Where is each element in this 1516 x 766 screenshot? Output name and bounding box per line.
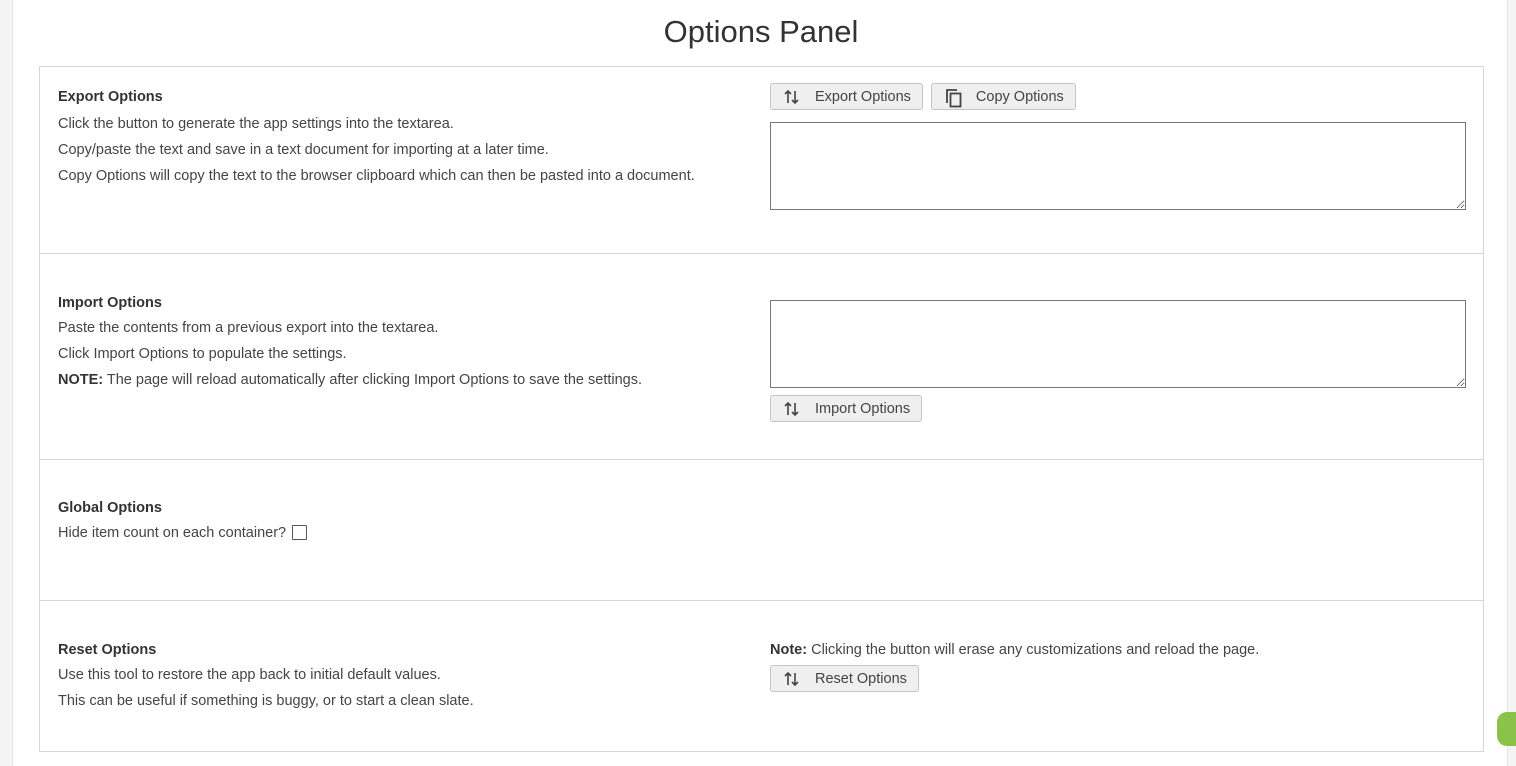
copy-options-button-label: Copy Options [975,88,1064,105]
reset-description-line: This can be useful if something is buggy… [58,693,474,709]
swap-vertical-icon [783,88,805,106]
reset-options-button[interactable]: Reset Options [770,665,919,692]
hide-item-count-label: Hide item count on each container? [58,525,287,541]
reset-note-line: Note: Clicking the button will erase any… [770,639,1466,661]
floating-action-badge[interactable] [1497,712,1516,746]
import-note-label: NOTE: [58,372,104,388]
copy-icon [944,88,966,107]
import-note-line: NOTE: The page will reload automatically… [58,367,758,393]
export-description-line: Copy Options will copy the text to the b… [58,168,695,184]
reset-options-section: Reset Options Use this tool to restore t… [40,601,1483,751]
swap-vertical-icon [783,400,805,418]
options-page: Options Panel Export Options Click the b… [12,0,1516,766]
export-options-section: Export Options Click the button to gener… [40,67,1483,254]
hide-item-count-checkbox[interactable] [292,525,308,540]
import-options-button-label: Import Options [815,400,911,417]
import-textarea[interactable] [770,300,1466,388]
reset-options-button-label: Reset Options [815,670,907,687]
import-description-line: Click Import Options to populate the set… [58,346,347,362]
reset-description-line: Use this tool to restore the app back to… [58,667,441,683]
export-options-button-label: Export Options [815,88,911,105]
hide-item-count-row: Hide item count on each container? [58,520,758,546]
global-options-section: Global Options Hide item count on each c… [40,460,1483,601]
copy-options-button[interactable]: Copy Options [930,83,1076,110]
export-textarea[interactable] [770,122,1466,210]
reset-note-text: Clicking the button will erase any custo… [807,642,1260,658]
export-description-line: Copy/paste the text and save in a text d… [58,142,549,158]
import-options-section: Import Options Paste the contents from a… [40,254,1483,460]
global-options-heading: Global Options [58,500,162,516]
reset-options-heading: Reset Options [58,642,157,658]
import-description-line: Paste the contents from a previous expor… [58,320,439,336]
import-options-heading: Import Options [58,295,162,311]
swap-vertical-icon [783,670,805,688]
reset-note-label: Note: [770,642,808,658]
page-title: Options Panel [663,14,859,49]
export-options-button[interactable]: Export Options [770,83,923,110]
export-description-line: Click the button to generate the app set… [58,116,454,132]
import-options-button[interactable]: Import Options [770,395,923,422]
export-options-heading: Export Options [58,89,163,105]
import-note-text: The page will reload automatically after… [103,372,643,388]
options-panel: Export Options Click the button to gener… [39,66,1484,752]
